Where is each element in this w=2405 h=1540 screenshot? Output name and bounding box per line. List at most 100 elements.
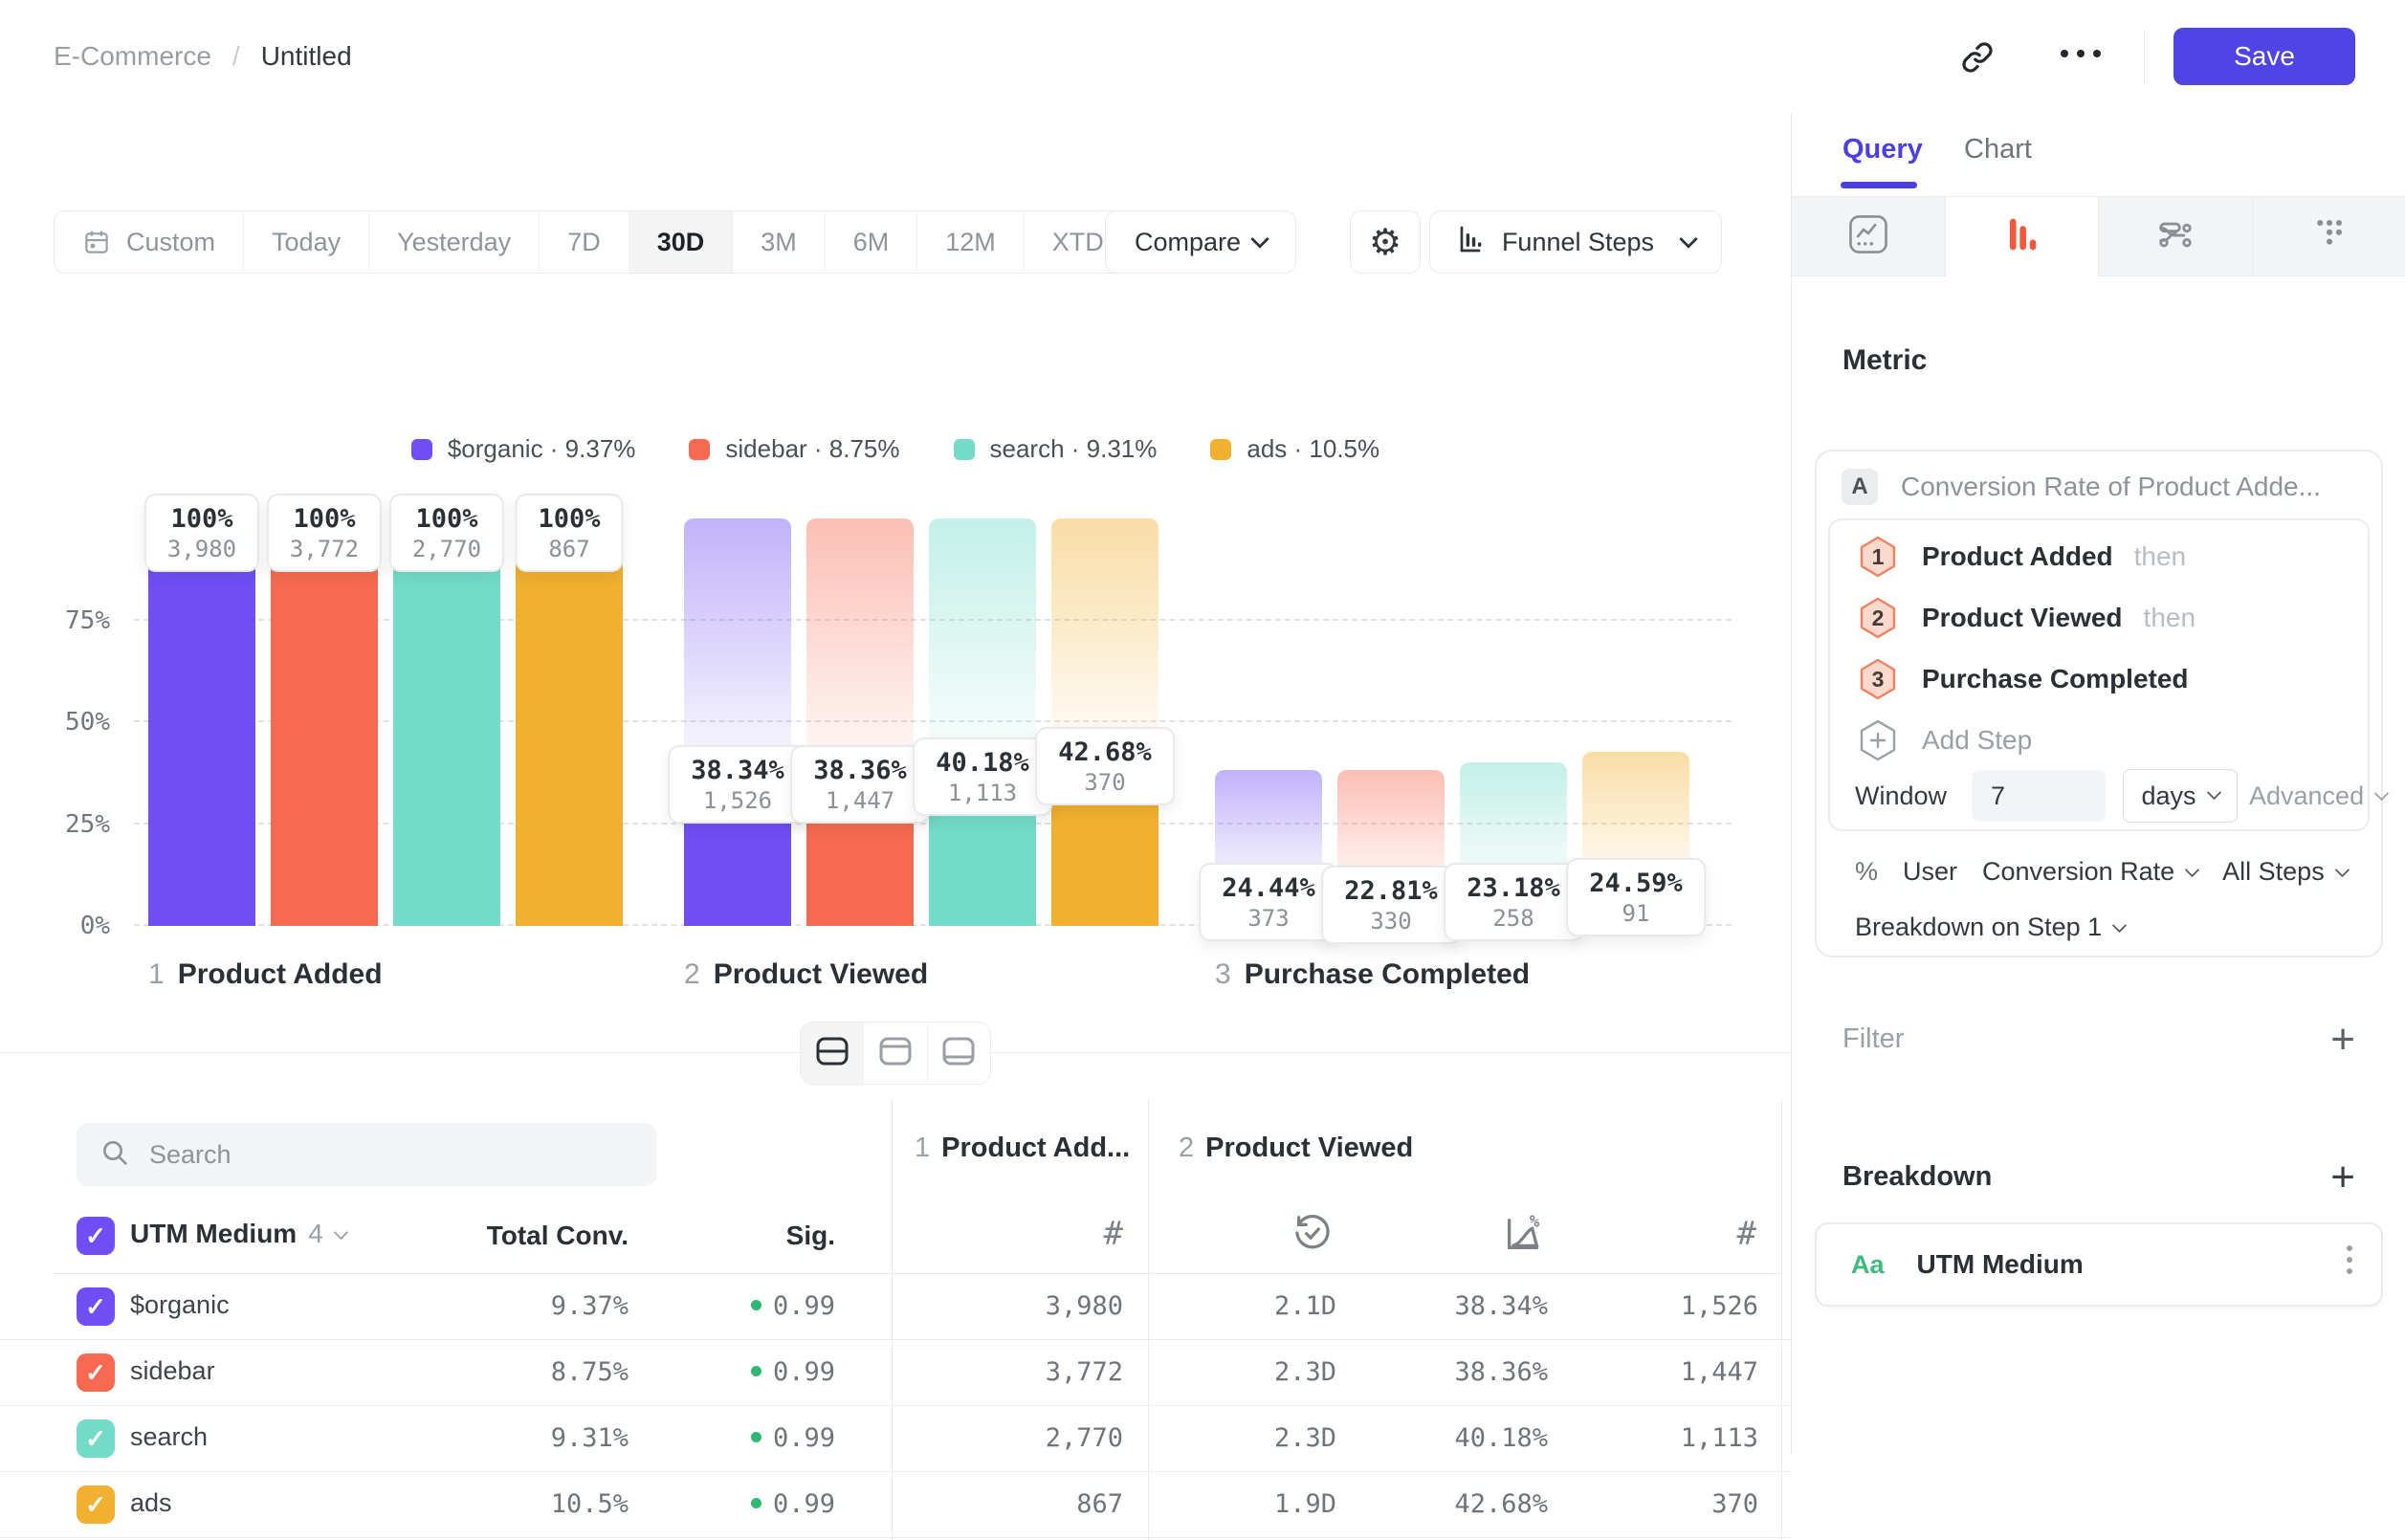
step-axis-label-1: 1Product Added [148,958,383,991]
dots-grid-icon [2306,211,2351,262]
layout-table-only-button[interactable] [928,1023,990,1084]
breakdown-item-name: UTM Medium [1917,1249,2084,1280]
legend-swatch [689,439,710,460]
row-checkbox[interactable]: ✓ [77,1485,115,1524]
breakdown-section: Breakdown + [1842,1161,2355,1193]
breadcrumb-report-title[interactable]: Untitled [261,41,352,72]
query-panel: Query Chart [1791,113,2405,1454]
table-row[interactable]: ✓search9.31%0.992,7702.3D40.18%1,113 [0,1406,1791,1472]
step-number-hexagon-icon: 1 [1855,534,1901,580]
tab-chart[interactable]: Chart [1964,134,2032,165]
range-button-12m[interactable]: 12M [917,211,1025,273]
measure-scope-select[interactable]: All Steps [2222,857,2348,887]
breakdown-item-card[interactable]: Aa UTM Medium [1815,1222,2383,1307]
funnel-bar[interactable] [271,518,378,926]
legend-item-sidebar[interactable]: sidebar · 8.75% [689,434,899,464]
copy-link-button[interactable] [1959,39,1996,78]
compare-label: Compare [1135,228,1241,257]
layout-chart-only-button[interactable] [864,1023,927,1084]
more-options-button[interactable] [2061,50,2101,57]
range-button-6m[interactable]: 6M [826,211,918,273]
retention-chart-tab[interactable] [2253,196,2405,276]
select-all-checkbox[interactable]: ✓ [77,1217,115,1255]
layout-split-button[interactable] [801,1023,864,1084]
range-button-7d[interactable]: 7D [540,211,629,273]
step1-count-value: 2,770 [1046,1423,1123,1453]
funnel-bar[interactable] [684,770,791,926]
funnel-ghost-bar [1582,752,1689,883]
metric-reference-row[interactable]: A Conversion Rate of Product Adde... [1842,469,2358,505]
row-name: sidebar [130,1356,215,1386]
measure-entity[interactable]: User [1903,857,1957,887]
filter-section: Filter + [1842,1023,2355,1055]
search-input[interactable] [147,1139,610,1171]
breadcrumb: E-Commerce / Untitled [54,0,352,113]
table-step2-header[interactable]: 2Product Viewed [1179,1133,1413,1164]
funnel-bar[interactable] [1215,888,1322,926]
funnel-bar[interactable] [806,770,914,926]
step2-count-value: 1,113 [1681,1423,1758,1453]
chart-settings-button[interactable]: ⚙ [1350,210,1421,274]
funnel-bar[interactable] [393,518,500,926]
range-button-30d[interactable]: 30D [629,211,734,273]
window-label: Window [1855,781,1947,811]
breakdown-column-header[interactable]: UTM Medium4 [130,1219,346,1249]
table-header-row: ✓ UTM Medium4 Total Conv. Sig. [0,1209,1791,1266]
table-row[interactable]: ✓sidebar8.75%0.993,7722.3D38.36%1,447 [0,1340,1791,1406]
sig-value: 0.99 [751,1423,835,1453]
flow-chart-tab[interactable] [2099,196,2253,276]
window-unit-select[interactable]: days [2123,769,2238,823]
query-step-3[interactable]: 3 Purchase Completed [1855,656,2189,702]
insights-chart-tab[interactable] [1792,196,1946,276]
funnel-bar[interactable] [148,518,255,926]
add-step-button[interactable]: Add Step [1855,717,2032,763]
step-number-hexagon-icon: 2 [1855,595,1901,641]
total-conv-column-header[interactable]: Total Conv. [487,1221,629,1251]
kebab-menu-icon[interactable] [2347,1245,2352,1274]
legend-item-search[interactable]: search · 9.31% [954,434,1158,464]
query-step-2[interactable]: 2Product Viewedthen [1855,595,2195,641]
funnel-bar[interactable] [929,762,1036,926]
measure-metric-select[interactable]: Conversion Rate [1982,857,2197,887]
funnel-bar[interactable] [1337,891,1445,926]
save-button[interactable]: Save [2173,28,2355,85]
funnel-bar[interactable] [1582,883,1689,926]
breadcrumb-project[interactable]: E-Commerce [54,41,211,72]
row-checkbox[interactable]: ✓ [77,1419,115,1458]
tab-query[interactable]: Query [1842,134,1923,165]
funnel-chart-tab[interactable] [1946,196,2100,276]
legend-item-ads[interactable]: ads · 10.5% [1210,434,1379,464]
range-button-3m[interactable]: 3M [733,211,826,273]
funnel-bar[interactable] [1051,752,1158,926]
total-conv-value: 8.75% [551,1357,629,1387]
compare-button[interactable]: Compare [1105,210,1296,274]
chart-type-selector[interactable]: Funnel Steps [1429,210,1722,274]
advanced-toggle[interactable]: Advanced [2249,781,2387,811]
range-button-today[interactable]: Today [244,211,369,273]
table-step1-header[interactable]: 1Product Add... [915,1133,1130,1164]
add-breakdown-button[interactable]: + [2330,1163,2355,1192]
add-filter-button[interactable]: + [2330,1025,2355,1054]
table-row[interactable]: ✓ads10.5%0.998671.9D42.68%370 [0,1472,1791,1538]
chevron-down-icon [2374,786,2390,802]
range-button-yesterday[interactable]: Yesterday [369,211,540,273]
funnel-bar[interactable] [1460,888,1567,926]
window-value-input[interactable] [1972,770,2106,822]
step2-time-value: 2.3D [1274,1423,1336,1453]
step-event-name: Purchase Completed [1922,664,2189,694]
breakdown-on-step-select[interactable]: Breakdown on Step 1 [1855,913,2125,942]
metric-section-heading: Metric [1842,344,1927,377]
top-bar: E-Commerce / Untitled Save [0,0,2405,114]
row-checkbox[interactable]: ✓ [77,1353,115,1392]
legend-item-organic[interactable]: $organic · 9.37% [411,434,636,464]
range-button-custom[interactable]: Custom [55,211,244,273]
sig-column-header[interactable]: Sig. [786,1221,835,1251]
step2-conv-value: 38.36% [1454,1357,1548,1387]
funnel-bar[interactable] [516,518,623,926]
row-checkbox[interactable]: ✓ [77,1287,115,1326]
funnel-steps-icon [1456,224,1487,261]
query-step-1[interactable]: 1Product Addedthen [1855,534,2186,580]
step-number-hexagon-icon: 3 [1855,656,1901,702]
step2-conv-value: 38.34% [1454,1291,1548,1321]
table-row[interactable]: ✓$organic9.37%0.993,9802.1D38.34%1,526 [0,1274,1791,1340]
